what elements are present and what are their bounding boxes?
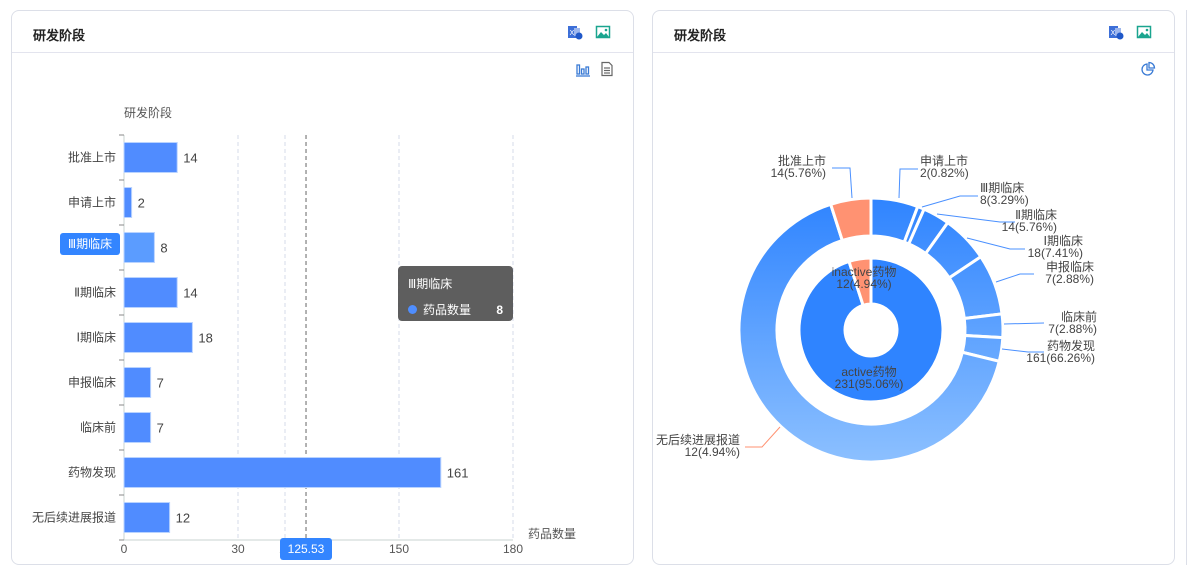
tooltip-value: 8 [496, 302, 503, 317]
slice-label-value: 8(3.29%) [980, 193, 1029, 207]
label-line [745, 426, 781, 448]
slice-label-value: 18(7.41%) [1028, 246, 1083, 260]
tooltip-title: Ⅲ期临床 [408, 277, 453, 291]
label-line [898, 168, 918, 199]
inner-label-value: 231(95.06%) [835, 377, 904, 391]
label-line [1003, 322, 1045, 325]
slice-label-value: 7(2.88%) [1045, 272, 1094, 286]
slice-label-value: 2(0.82%) [920, 166, 969, 180]
slice-label-value: 12(4.94%) [685, 445, 740, 459]
highlighted-category-label: Ⅲ期临床 [60, 233, 120, 255]
inner-label-value: 12(4.94%) [836, 277, 891, 291]
series-dot-icon [408, 305, 417, 314]
outer-slice [962, 312, 1005, 340]
slice-label-value: 14(5.76%) [1002, 220, 1057, 234]
label-line [832, 167, 853, 199]
label-line [921, 195, 978, 208]
label-line [995, 273, 1034, 283]
slice-label-value: 161(66.26%) [1026, 351, 1095, 365]
slice-label-value: 7(2.88%) [1048, 322, 1097, 336]
tooltip: Ⅲ期临床 药品数量 8 [398, 266, 513, 321]
pie-chart: 批准上市14(5.76%)申请上市2(0.82%)Ⅲ期临床8(3.29%)Ⅱ期临… [656, 153, 1097, 464]
axis-pointer-label: 125.53 [280, 538, 332, 560]
slice-label-value: 14(5.76%) [771, 166, 826, 180]
tooltip-series: 药品数量 [423, 303, 472, 317]
